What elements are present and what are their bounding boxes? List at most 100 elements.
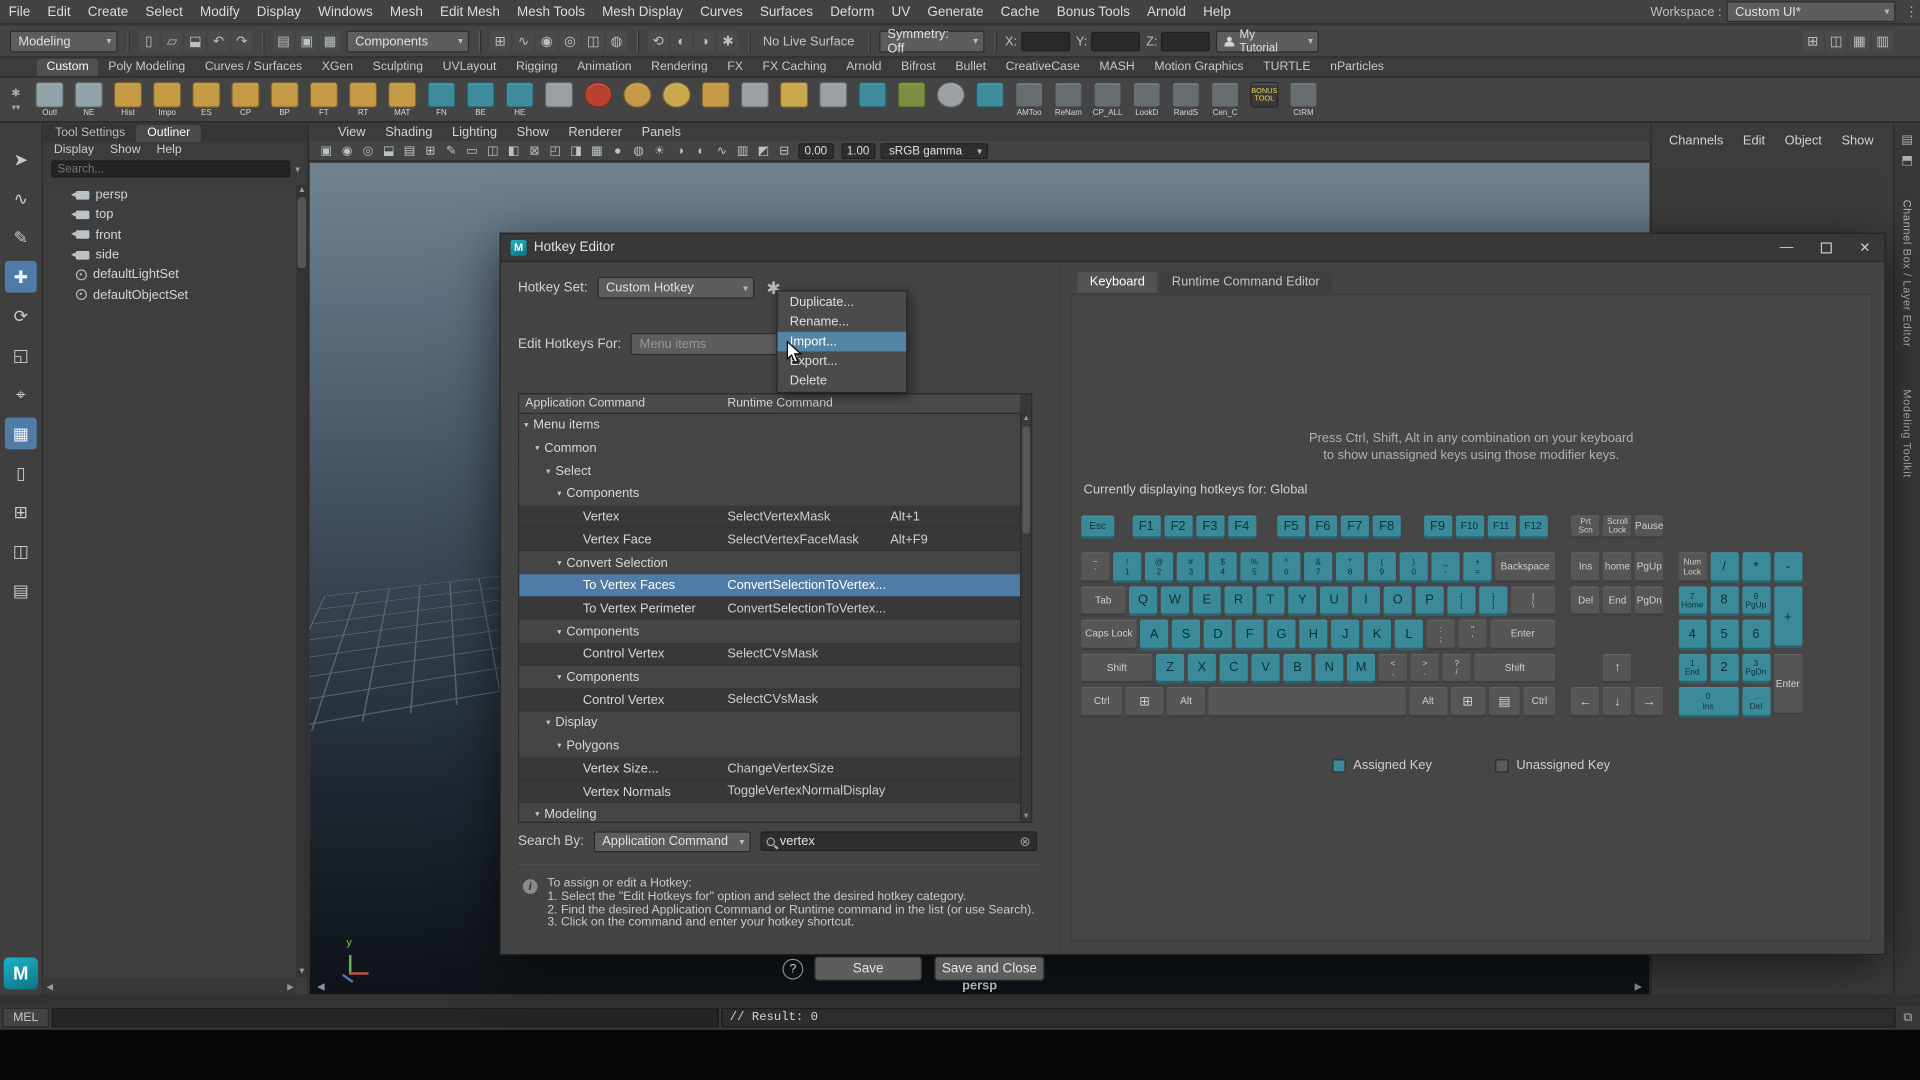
key-item[interactable]: * (1742, 553, 1770, 583)
key-item[interactable]: { [ (1447, 586, 1475, 616)
key-prt[interactable]: Prt Scn (1572, 516, 1600, 539)
shelf-item-ctrm[interactable]: CtRM (1286, 82, 1322, 118)
textured-mode-icon[interactable]: ◍ (629, 142, 647, 159)
menu-modify[interactable]: Modify (191, 0, 248, 24)
menu-edit[interactable]: Edit (39, 0, 79, 24)
shelf-tab-creativecase[interactable]: CreativeCase (996, 59, 1090, 76)
shelf-item-hist[interactable]: Hist (110, 82, 146, 118)
key-z[interactable]: Z (1156, 654, 1184, 684)
table-row-vertex-normals[interactable]: Vertex NormalsToggleVertexNormalDisplay (519, 780, 1020, 803)
key-f[interactable]: F (1236, 620, 1264, 650)
pan-right-icon[interactable]: ▶ (1635, 981, 1643, 992)
key-ctrl[interactable]: Ctrl (1081, 687, 1122, 717)
key-4[interactable]: 4 (1678, 620, 1706, 650)
key-item[interactable]: - (1774, 553, 1802, 583)
expand-arrow-icon[interactable]: ▾ (557, 672, 561, 682)
key-x[interactable]: X (1188, 654, 1216, 684)
key-e[interactable]: E (1193, 586, 1221, 616)
key-num[interactable]: Num Lock (1678, 553, 1706, 583)
menu-select[interactable]: Select (137, 0, 192, 24)
key-esc[interactable]: Esc (1081, 516, 1114, 539)
key-item[interactable]: ? / (1443, 654, 1471, 684)
tutorial-selector[interactable]: My Tutorial (1216, 30, 1319, 52)
resolution-gate-icon[interactable]: ◫ (484, 142, 502, 159)
maya-logo-icon[interactable]: M (4, 958, 38, 990)
key-5[interactable]: 5 (1710, 620, 1738, 650)
dialog-titlebar[interactable]: M Hotkey Editor — ✕ (501, 234, 1885, 262)
scroll-right-icon[interactable]: ▶ (287, 981, 294, 991)
shelf-item-icon[interactable] (580, 82, 616, 118)
key-v[interactable]: V (1252, 654, 1280, 684)
shelf-options[interactable]: ✱ ▾▾ (0, 87, 32, 113)
menu-display[interactable]: Display (248, 0, 309, 24)
key-9[interactable]: 9 PgUp (1742, 586, 1770, 616)
shelf-item-icon[interactable]: BONUS TOOL (1247, 82, 1283, 118)
key-item[interactable]: & 7 (1304, 553, 1332, 583)
column-application-command[interactable]: Application Command (525, 397, 645, 410)
snap-projected-center-icon[interactable]: ◎ (560, 31, 581, 52)
shelf-item-icon[interactable] (737, 82, 773, 118)
statusline-divider[interactable] (479, 30, 480, 52)
sidebar-tab-modeling-toolkit[interactable]: Modeling Toolkit (1901, 389, 1913, 478)
key-item[interactable]: @ 2 (1145, 553, 1173, 583)
menu-bonus-tools[interactable]: Bonus Tools (1048, 0, 1138, 24)
two-d-pan-zoom-icon[interactable]: ⊞ (421, 142, 439, 159)
menu-mesh[interactable]: Mesh (381, 0, 431, 24)
outliner-persp-layout[interactable]: ▤ (5, 574, 37, 606)
save-and-close-button[interactable]: Save and Close (934, 956, 1044, 980)
exposure-field[interactable]: 0.00 (798, 143, 833, 159)
camera-bookmarks-icon[interactable]: ◫ (1826, 31, 1847, 52)
key-f6[interactable]: F6 (1309, 516, 1337, 539)
outliner-scroll-thumb[interactable] (298, 197, 307, 268)
tool-settings-toggle-icon[interactable]: ⬒ (1901, 154, 1913, 167)
shelf-item-es[interactable]: ES (189, 82, 225, 118)
expand-arrow-icon[interactable]: ▾ (546, 466, 550, 476)
shelf-item-icon[interactable] (659, 82, 695, 118)
key-pgdn[interactable]: PgDn (1635, 586, 1663, 616)
table-row-components[interactable]: ▾Components (519, 620, 1020, 643)
shelf-tab-rendering[interactable]: Rendering (641, 59, 717, 76)
expand-arrow-icon[interactable]: ▾ (557, 558, 561, 568)
statusline-divider[interactable] (994, 30, 995, 52)
key-8[interactable]: 8 (1710, 586, 1738, 616)
menu-windows[interactable]: Windows (310, 0, 382, 24)
new-scene-icon[interactable]: ▯ (138, 31, 159, 52)
shelf-item-cen-c[interactable]: Cen_C (1207, 82, 1243, 118)
table-scrollbar[interactable]: ▲ ▼ (1020, 414, 1031, 822)
expand-arrow-icon[interactable]: ▾ (546, 718, 550, 728)
workspace-options-icon[interactable]: ⋮ (1903, 4, 1920, 20)
rotate-tool[interactable]: ⟳ (5, 300, 37, 332)
menu-cache[interactable]: Cache (992, 0, 1048, 24)
view-transform-selector[interactable]: sRGB gamma (880, 143, 988, 159)
outliner-item-front[interactable]: front (44, 225, 296, 245)
key-home[interactable]: home (1603, 553, 1631, 583)
shelf-tab-turtle[interactable]: TURTLE (1253, 59, 1320, 76)
table-row-convert-selection[interactable]: ▾Convert Selection (519, 551, 1020, 574)
key-caps-lock[interactable]: Caps Lock (1081, 620, 1136, 650)
key-item[interactable]: } ] (1479, 586, 1507, 616)
key-ctrl[interactable]: Ctrl (1524, 687, 1555, 717)
menu-help[interactable]: Help (1195, 0, 1240, 24)
key-d[interactable]: D (1204, 620, 1232, 650)
outliner-menu-help[interactable]: Help (157, 143, 182, 156)
shelf-item-icon[interactable] (894, 82, 930, 118)
single-pane-layout[interactable]: ▯ (5, 457, 37, 489)
command-language-toggle[interactable]: MEL (2, 1008, 49, 1028)
key-del[interactable]: Del (1572, 586, 1600, 616)
script-editor-icon[interactable]: ⧉ (1898, 1011, 1918, 1024)
key-item[interactable]: / (1710, 553, 1738, 583)
shelf-item-outl[interactable]: Outl (32, 82, 68, 118)
command-input[interactable] (51, 1008, 718, 1028)
shelf-item-impo[interactable]: Impo (149, 82, 185, 118)
key-item[interactable]: : ; (1427, 620, 1455, 650)
grid-toggle-icon[interactable]: ⊞ (1802, 31, 1823, 52)
key-p[interactable]: P (1416, 586, 1444, 616)
outliner-scrollbar[interactable]: ▲ ▼ (296, 185, 307, 977)
shelf-tab-sculpting[interactable]: Sculpting (363, 59, 433, 76)
outliner-item-top[interactable]: top (44, 205, 296, 225)
statusline-divider[interactable] (868, 30, 869, 52)
shelf-item-icon[interactable] (541, 82, 577, 118)
key-f2[interactable]: F2 (1164, 516, 1192, 539)
panel-layouts-icon[interactable]: ▦ (1849, 31, 1870, 52)
key-item[interactable]: > . (1411, 654, 1439, 684)
